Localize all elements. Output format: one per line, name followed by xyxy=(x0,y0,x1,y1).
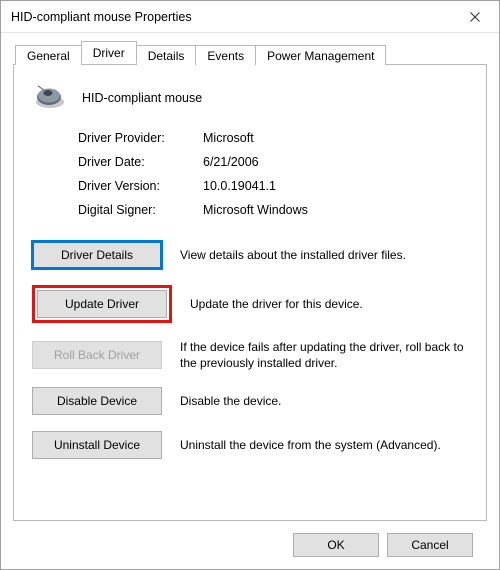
driver-info: Driver Provider: Microsoft Driver Date: … xyxy=(78,131,468,217)
rollback-driver-desc: If the device fails after updating the d… xyxy=(180,339,468,371)
driver-details-desc: View details about the installed driver … xyxy=(180,247,468,263)
tab-strip: General Driver Details Events Power Mana… xyxy=(13,42,487,64)
tab-general[interactable]: General xyxy=(15,45,82,65)
info-row-provider: Driver Provider: Microsoft xyxy=(78,131,468,145)
action-uninstall-device: Uninstall Device Uninstall the device fr… xyxy=(32,431,468,459)
ok-button[interactable]: OK xyxy=(293,533,379,557)
driver-panel: HID-compliant mouse Driver Provider: Mic… xyxy=(13,64,487,521)
rollback-driver-button: Roll Back Driver xyxy=(32,341,162,369)
close-icon xyxy=(470,12,480,22)
uninstall-device-button[interactable]: Uninstall Device xyxy=(32,431,162,459)
disable-device-desc: Disable the device. xyxy=(180,393,468,409)
tab-driver[interactable]: Driver xyxy=(81,41,137,64)
update-driver-highlight: Update Driver xyxy=(32,285,172,323)
device-header: HID-compliant mouse xyxy=(32,83,468,113)
close-button[interactable] xyxy=(453,2,497,32)
titlebar: HID-compliant mouse Properties xyxy=(1,1,499,33)
tab-events[interactable]: Events xyxy=(195,45,256,65)
tab-power-management[interactable]: Power Management xyxy=(255,45,386,65)
mouse-icon xyxy=(32,83,68,113)
uninstall-device-desc: Uninstall the device from the system (Ad… xyxy=(180,437,468,453)
update-driver-desc: Update the driver for this device. xyxy=(190,296,468,312)
date-label: Driver Date: xyxy=(78,155,203,169)
window-title: HID-compliant mouse Properties xyxy=(11,10,453,24)
version-label: Driver Version: xyxy=(78,179,203,193)
tab-details[interactable]: Details xyxy=(136,45,197,65)
content-area: General Driver Details Events Power Mana… xyxy=(1,33,499,569)
device-name: HID-compliant mouse xyxy=(82,91,202,105)
action-rollback-driver: Roll Back Driver If the device fails aft… xyxy=(32,339,468,371)
action-disable-device: Disable Device Disable the device. xyxy=(32,387,468,415)
date-value: 6/21/2006 xyxy=(203,155,259,169)
dialog-footer: OK Cancel xyxy=(13,521,487,569)
action-update-driver: Update Driver Update the driver for this… xyxy=(32,285,468,323)
provider-label: Driver Provider: xyxy=(78,131,203,145)
update-driver-button[interactable]: Update Driver xyxy=(37,290,167,318)
signer-value: Microsoft Windows xyxy=(203,203,308,217)
info-row-signer: Digital Signer: Microsoft Windows xyxy=(78,203,468,217)
properties-window: HID-compliant mouse Properties General D… xyxy=(0,0,500,570)
signer-label: Digital Signer: xyxy=(78,203,203,217)
disable-device-button[interactable]: Disable Device xyxy=(32,387,162,415)
driver-details-button[interactable]: Driver Details xyxy=(32,241,162,269)
action-driver-details: Driver Details View details about the in… xyxy=(32,241,468,269)
info-row-version: Driver Version: 10.0.19041.1 xyxy=(78,179,468,193)
provider-value: Microsoft xyxy=(203,131,254,145)
version-value: 10.0.19041.1 xyxy=(203,179,276,193)
info-row-date: Driver Date: 6/21/2006 xyxy=(78,155,468,169)
cancel-button[interactable]: Cancel xyxy=(387,533,473,557)
